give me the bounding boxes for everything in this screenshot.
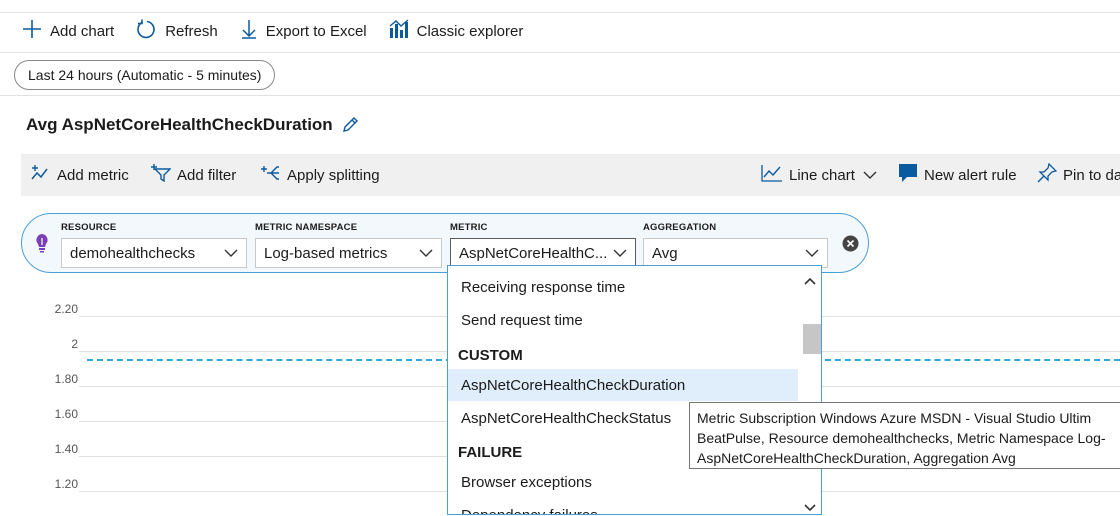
chevron-down-icon	[613, 249, 627, 258]
add-filter-button[interactable]: Add filter	[151, 154, 236, 196]
y-tick-label: 1.60	[54, 407, 78, 421]
list-item[interactable]: Browser exceptions	[448, 466, 798, 498]
metric-tooltip: Metric Subscription Windows Azure MSDN -…	[689, 402, 1120, 469]
metric-field: METRIC AspNetCoreHealthC...	[450, 222, 636, 268]
download-icon	[240, 19, 266, 43]
time-divider	[0, 95, 1120, 96]
apply-splitting-label: Apply splitting	[287, 166, 380, 184]
list-item-selected[interactable]: AspNetCoreHealthCheckDuration	[448, 369, 798, 401]
metric-selector: RESOURCE demohealthchecks METRIC NAMESPA…	[21, 213, 869, 273]
metric-value: AspNetCoreHealthC...	[459, 244, 607, 262]
group-header-failure: FAILURE	[458, 443, 523, 461]
close-icon[interactable]	[842, 235, 859, 257]
refresh-button[interactable]: Refresh	[136, 19, 218, 44]
toolbar-divider	[0, 52, 1120, 53]
add-chart-label: Add chart	[50, 22, 115, 40]
chevron-up-icon[interactable]	[804, 272, 816, 290]
top-divider	[0, 12, 1120, 13]
split-icon	[261, 164, 287, 186]
dropdown-scrollbar[interactable]	[799, 266, 821, 514]
add-chart-button[interactable]: Add chart	[22, 19, 114, 43]
add-metric-label: Add metric	[57, 166, 129, 184]
line-chart-icon	[761, 164, 789, 186]
group-header-custom: CUSTOM	[458, 346, 523, 364]
refresh-icon	[136, 19, 165, 44]
y-tick-label: 1.40	[54, 442, 78, 456]
add-metric-icon	[31, 164, 57, 186]
chart-command-bar: Add metric Add filter Apply splitting Li…	[21, 154, 1120, 196]
plus-icon	[22, 19, 50, 43]
pin-to-dashboard-label: Pin to da	[1063, 166, 1120, 184]
pin-to-dashboard-button[interactable]: Pin to da	[1037, 154, 1120, 196]
new-alert-rule-button[interactable]: New alert rule	[898, 154, 1017, 196]
chevron-down-icon	[863, 171, 883, 180]
resource-label: RESOURCE	[61, 222, 117, 233]
chart-type-dropdown[interactable]: Line chart	[761, 154, 883, 196]
chart-title: Avg AspNetCoreHealthCheckDuration	[26, 115, 359, 135]
scrollbar-thumb[interactable]	[803, 324, 821, 354]
lightbulb-icon	[35, 233, 49, 258]
alert-icon	[898, 163, 924, 187]
metric-dropdown-list: Receiving response time Send request tim…	[447, 265, 822, 515]
aggregation-label: AGGREGATION	[643, 222, 717, 233]
metric-dropdown[interactable]: AspNetCoreHealthC...	[450, 238, 636, 268]
y-tick-label: 1.20	[54, 477, 78, 491]
chevron-down-icon	[805, 249, 819, 258]
namespace-field: METRIC NAMESPACE Log-based metrics	[255, 222, 442, 268]
namespace-value: Log-based metrics	[264, 244, 388, 262]
classic-explorer-button[interactable]: Classic explorer	[389, 19, 524, 43]
chevron-down-icon	[224, 249, 238, 258]
resource-value: demohealthchecks	[70, 244, 196, 262]
resource-dropdown[interactable]: demohealthchecks	[61, 238, 247, 268]
apply-splitting-button[interactable]: Apply splitting	[261, 154, 380, 196]
classic-explorer-label: Classic explorer	[416, 22, 524, 40]
list-item[interactable]: Receiving response time	[448, 271, 798, 303]
new-alert-rule-label: New alert rule	[924, 166, 1017, 184]
namespace-dropdown[interactable]: Log-based metrics	[255, 238, 442, 268]
metric-label: METRIC	[450, 222, 488, 233]
list-item[interactable]: Send request time	[448, 304, 798, 336]
export-excel-button[interactable]: Export to Excel	[240, 19, 367, 43]
tooltip-line: BeatPulse, Resource demohealthchecks, Me…	[697, 430, 1106, 446]
pin-icon	[1037, 162, 1063, 187]
pencil-icon[interactable]	[341, 116, 359, 134]
tooltip-line: AspNetCoreHealthCheckDuration, Aggregati…	[697, 450, 1016, 466]
chevron-down-icon	[419, 249, 433, 258]
resource-field: RESOURCE demohealthchecks	[61, 222, 247, 268]
bar-chart-icon	[389, 19, 417, 43]
export-excel-label: Export to Excel	[265, 22, 367, 40]
aggregation-value: Avg	[652, 244, 678, 262]
chart-type-label: Line chart	[789, 166, 855, 184]
y-tick-label: 1.80	[54, 372, 78, 386]
time-range-picker[interactable]: Last 24 hours (Automatic - 5 minutes)	[14, 60, 276, 90]
tooltip-line: Metric Subscription Windows Azure MSDN -…	[697, 410, 1092, 426]
aggregation-dropdown[interactable]: Avg	[643, 238, 828, 268]
list-item[interactable]: Dependency failures	[448, 499, 798, 515]
refresh-label: Refresh	[165, 22, 218, 40]
add-filter-label: Add filter	[177, 166, 237, 184]
add-metric-button[interactable]: Add metric	[31, 154, 129, 196]
aggregation-field: AGGREGATION Avg	[643, 222, 828, 268]
filter-icon	[151, 164, 177, 186]
y-tick-label: 2.20	[54, 302, 78, 316]
namespace-label: METRIC NAMESPACE	[255, 222, 358, 233]
chart-title-text: Avg AspNetCoreHealthCheckDuration	[26, 115, 333, 134]
main-toolbar: Add chart Refresh Export to Excel Classi…	[0, 18, 545, 44]
chevron-down-icon[interactable]	[804, 499, 816, 514]
y-tick-label: 2	[71, 337, 78, 351]
